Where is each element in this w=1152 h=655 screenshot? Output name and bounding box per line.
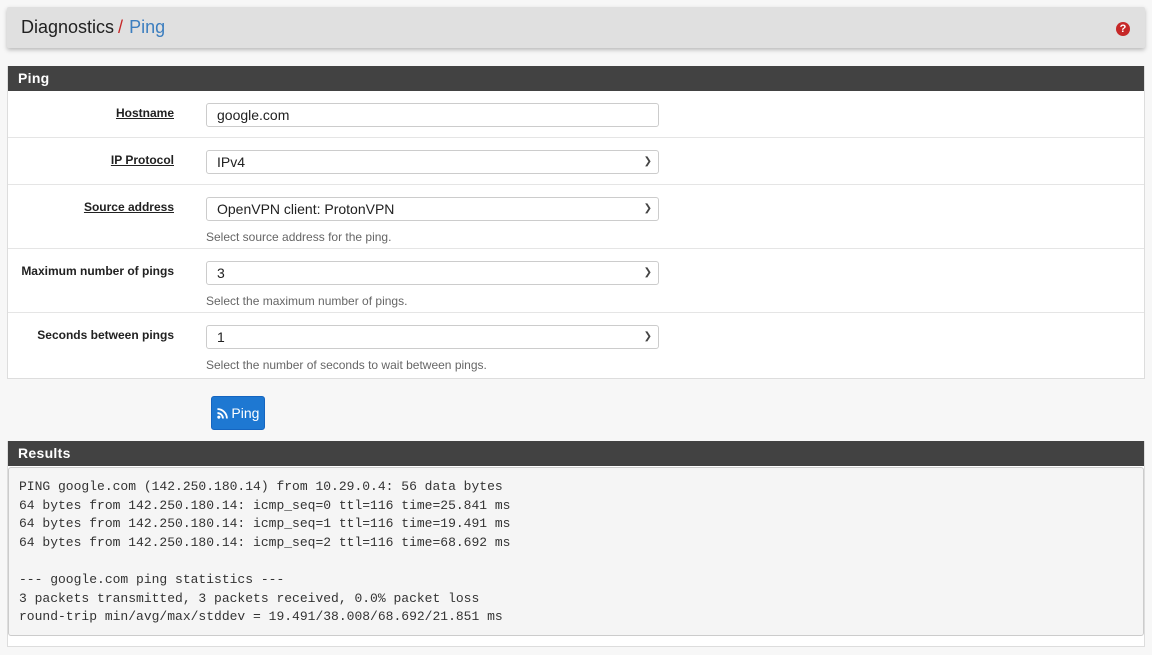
seconds-between-select[interactable]: 1 ❯ xyxy=(206,325,659,349)
ping-panel: Ping Hostname google.com IP Protocol IPv… xyxy=(7,66,1145,379)
breadcrumb: Diagnostics / Ping xyxy=(21,17,165,38)
form-row-max-pings: Maximum number of pings 3 ❯ Select the ma… xyxy=(8,249,1144,313)
results-panel: Results PING google.com (142.250.180.14)… xyxy=(7,441,1145,647)
input-value: google.com xyxy=(217,107,290,123)
chevron-down-icon: ❯ xyxy=(643,267,652,278)
max-pings-select[interactable]: 3 ❯ xyxy=(206,261,659,285)
field-hint: Select the maximum number of pings. xyxy=(206,294,408,308)
form-row-ip-protocol: IP Protocol IPv4 ❯ xyxy=(8,138,1144,185)
ping-button[interactable]: Ping xyxy=(211,396,265,430)
chevron-down-icon: ❯ xyxy=(643,331,652,342)
select-value: 1 xyxy=(217,329,225,345)
panel-heading: Results xyxy=(8,441,1144,466)
form-row-hostname: Hostname google.com xyxy=(8,91,1144,138)
breadcrumb-parent[interactable]: Diagnostics xyxy=(21,17,114,37)
field-hint: Select the number of seconds to wait bet… xyxy=(206,358,487,372)
field-label: Source address xyxy=(83,200,174,214)
form-row-seconds-between: Seconds between pings 1 ❯ Select the numb… xyxy=(8,313,1144,378)
breadcrumb-current[interactable]: Ping xyxy=(129,17,165,37)
question-circle-icon[interactable]: ? xyxy=(1116,22,1130,36)
source-address-select[interactable]: OpenVPN client: ProtonVPN ❯ xyxy=(206,197,659,221)
page-header: Diagnostics / Ping ? xyxy=(7,7,1145,48)
field-label: Hostname xyxy=(115,106,174,120)
field-hint: Select source address for the ping. xyxy=(206,230,392,244)
field-label: Seconds between pings xyxy=(37,328,174,342)
button-label: Ping xyxy=(231,405,260,421)
rss-icon xyxy=(216,408,228,419)
form-row-source-address: Source address OpenVPN client: ProtonVPN… xyxy=(8,185,1144,249)
field-label: IP Protocol xyxy=(110,153,174,167)
ip-protocol-select[interactable]: IPv4 ❯ xyxy=(206,150,659,174)
ping-output: PING google.com (142.250.180.14) from 10… xyxy=(8,467,1144,636)
select-value: 3 xyxy=(217,265,225,281)
chevron-down-icon: ❯ xyxy=(643,203,652,214)
select-value: OpenVPN client: ProtonVPN xyxy=(217,201,395,217)
select-value: IPv4 xyxy=(217,154,246,170)
hostname-input[interactable]: google.com xyxy=(206,103,659,127)
field-label: Maximum number of pings xyxy=(21,264,174,278)
panel-heading: Ping xyxy=(8,66,1144,91)
chevron-down-icon: ❯ xyxy=(643,156,652,167)
breadcrumb-separator: / xyxy=(118,17,124,37)
